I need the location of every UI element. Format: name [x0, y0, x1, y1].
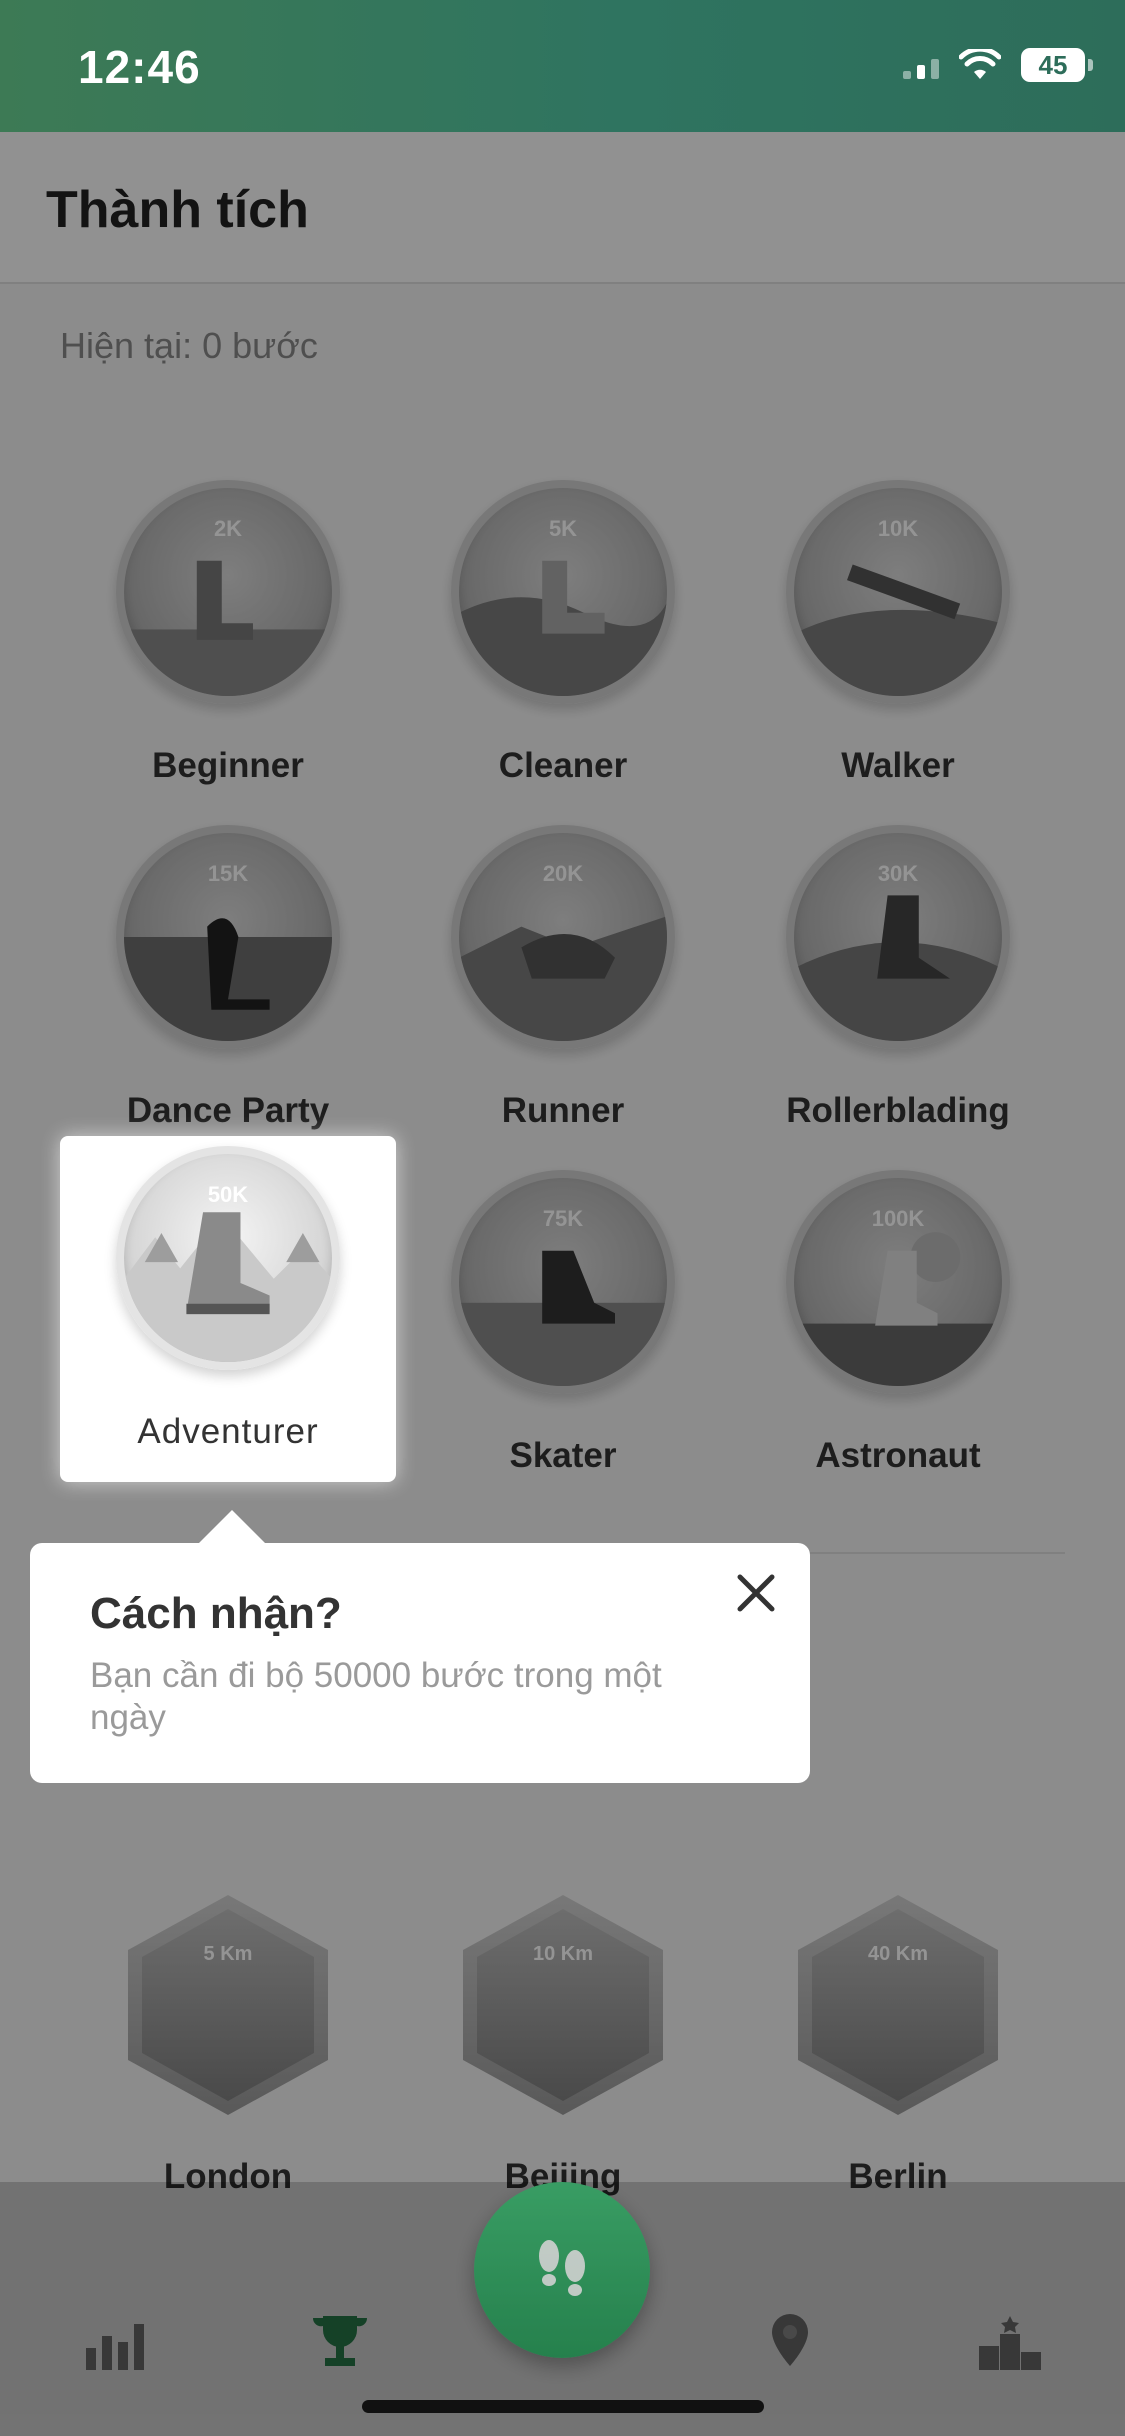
status-icons: 45 — [903, 48, 1093, 82]
adventurer-medal-icon: 50K — [116, 1146, 340, 1370]
badge-adventurer-highlight[interactable]: 50K Adventurer — [60, 1136, 396, 1482]
status-time: 12:46 — [78, 41, 201, 93]
nav-dim — [0, 2182, 1125, 2436]
home-indicator — [362, 2400, 764, 2413]
battery-icon: 45 — [1021, 48, 1093, 82]
close-icon[interactable] — [726, 1563, 786, 1623]
wifi-icon — [959, 49, 1001, 79]
cellular-signal-icon — [903, 51, 939, 79]
popup-description: Bạn cần đi bộ 50000 bước trong một ngày — [90, 1656, 662, 1737]
how-to-earn-popup: Cách nhận? Bạn cần đi bộ 50000 bước tron… — [30, 1543, 810, 1783]
popup-arrow — [198, 1510, 266, 1544]
badge-name: Adventurer — [137, 1412, 319, 1451]
status-bar: 12:46 45 — [0, 0, 1125, 132]
popup-title: Cách nhận? — [90, 1589, 342, 1638]
